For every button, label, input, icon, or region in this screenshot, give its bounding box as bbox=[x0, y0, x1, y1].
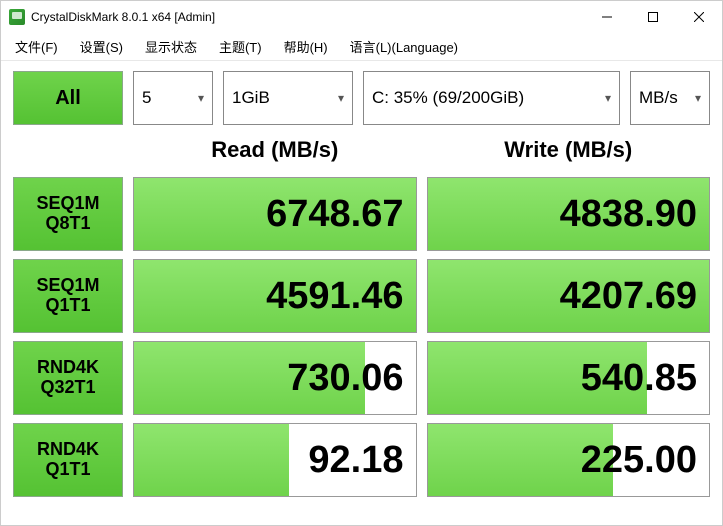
chevron-down-icon: ▾ bbox=[695, 91, 701, 105]
unit-value: MB/s bbox=[639, 88, 678, 108]
write-value: 4207.69 bbox=[428, 260, 710, 332]
read-cell: 730.06 bbox=[133, 341, 417, 415]
menu-language[interactable]: 语言(L)(Language) bbox=[346, 35, 462, 58]
read-value: 6748.67 bbox=[134, 178, 416, 250]
unit-select[interactable]: MB/s ▾ bbox=[630, 71, 710, 125]
app-icon bbox=[9, 9, 25, 25]
menubar: 文件(F) 设置(S) 显示状态 主题(T) 帮助(H) 语言(L)(Langu… bbox=[1, 33, 722, 61]
write-cell: 540.85 bbox=[427, 341, 711, 415]
controls-row: All 5 ▾ 1GiB ▾ C: 35% (69/200GiB) ▾ MB/s… bbox=[13, 71, 710, 125]
write-value: 540.85 bbox=[428, 342, 710, 414]
size-select[interactable]: 1GiB ▾ bbox=[223, 71, 353, 125]
result-row: RND4KQ32T1730.06540.85 bbox=[13, 341, 710, 415]
window-title: CrystalDiskMark 8.0.1 x64 [Admin] bbox=[31, 10, 215, 24]
chevron-down-icon: ▾ bbox=[198, 91, 204, 105]
test-label-line1: RND4K bbox=[37, 358, 99, 378]
result-row: SEQ1MQ8T16748.674838.90 bbox=[13, 177, 710, 251]
close-icon bbox=[694, 12, 704, 22]
result-row: RND4KQ1T192.18225.00 bbox=[13, 423, 710, 497]
test-button[interactable]: RND4KQ1T1 bbox=[13, 423, 123, 497]
column-headers: Read (MB/s) Write (MB/s) bbox=[13, 131, 710, 169]
runs-value: 5 bbox=[142, 88, 151, 108]
menu-settings[interactable]: 设置(S) bbox=[76, 35, 127, 58]
run-all-button[interactable]: All bbox=[13, 71, 123, 125]
menu-file[interactable]: 文件(F) bbox=[11, 35, 62, 58]
run-all-label: All bbox=[55, 87, 81, 110]
write-cell: 225.00 bbox=[427, 423, 711, 497]
drive-select[interactable]: C: 35% (69/200GiB) ▾ bbox=[363, 71, 620, 125]
write-cell: 4838.90 bbox=[427, 177, 711, 251]
chevron-down-icon: ▾ bbox=[605, 91, 611, 105]
minimize-icon bbox=[602, 12, 612, 22]
titlebar: CrystalDiskMark 8.0.1 x64 [Admin] bbox=[1, 1, 722, 33]
read-header: Read (MB/s) bbox=[133, 137, 417, 163]
read-value: 92.18 bbox=[134, 424, 416, 496]
test-label-line1: SEQ1M bbox=[36, 276, 99, 296]
read-value: 730.06 bbox=[134, 342, 416, 414]
write-value: 225.00 bbox=[428, 424, 710, 496]
test-label-line2: Q8T1 bbox=[45, 214, 90, 234]
test-label-line2: Q1T1 bbox=[45, 296, 90, 316]
size-value: 1GiB bbox=[232, 88, 270, 108]
test-button[interactable]: SEQ1MQ1T1 bbox=[13, 259, 123, 333]
read-cell: 4591.46 bbox=[133, 259, 417, 333]
result-row: SEQ1MQ1T14591.464207.69 bbox=[13, 259, 710, 333]
read-cell: 6748.67 bbox=[133, 177, 417, 251]
test-label-line1: RND4K bbox=[37, 440, 99, 460]
write-value: 4838.90 bbox=[428, 178, 710, 250]
menu-display[interactable]: 显示状态 bbox=[141, 35, 201, 58]
read-cell: 92.18 bbox=[133, 423, 417, 497]
workarea: All 5 ▾ 1GiB ▾ C: 35% (69/200GiB) ▾ MB/s… bbox=[1, 61, 722, 503]
write-cell: 4207.69 bbox=[427, 259, 711, 333]
test-button[interactable]: SEQ1MQ8T1 bbox=[13, 177, 123, 251]
close-button[interactable] bbox=[676, 1, 722, 33]
test-button[interactable]: RND4KQ32T1 bbox=[13, 341, 123, 415]
results-grid: SEQ1MQ8T16748.674838.90SEQ1MQ1T14591.464… bbox=[13, 177, 710, 497]
read-value: 4591.46 bbox=[134, 260, 416, 332]
menu-theme[interactable]: 主题(T) bbox=[215, 35, 266, 58]
drive-value: C: 35% (69/200GiB) bbox=[372, 88, 524, 108]
maximize-button[interactable] bbox=[630, 1, 676, 33]
runs-select[interactable]: 5 ▾ bbox=[133, 71, 213, 125]
test-label-line1: SEQ1M bbox=[36, 194, 99, 214]
chevron-down-icon: ▾ bbox=[338, 91, 344, 105]
maximize-icon bbox=[648, 12, 658, 22]
menu-help[interactable]: 帮助(H) bbox=[280, 35, 332, 58]
write-header: Write (MB/s) bbox=[427, 137, 711, 163]
test-label-line2: Q1T1 bbox=[45, 460, 90, 480]
minimize-button[interactable] bbox=[584, 1, 630, 33]
test-label-line2: Q32T1 bbox=[40, 378, 95, 398]
